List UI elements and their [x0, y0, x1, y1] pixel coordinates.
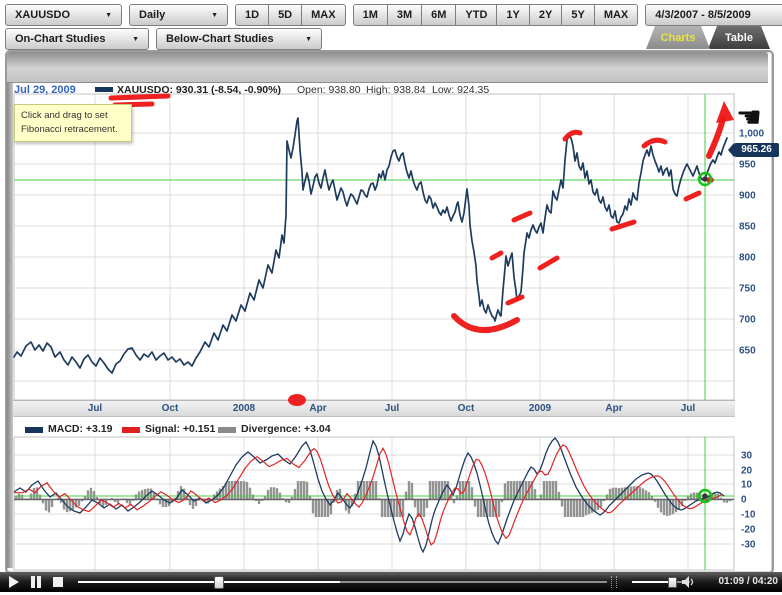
divergence-swatch [218, 427, 236, 433]
tab-charts[interactable]: Charts [646, 26, 710, 49]
play-button[interactable] [8, 576, 20, 588]
period-dropdown-value: Daily [139, 9, 165, 21]
dropdown-arrow-icon: ▼ [132, 36, 139, 43]
high-label: High: 938.84 [366, 84, 426, 96]
range-button-YTD[interactable]: YTD [455, 4, 497, 26]
dropdown-arrow-icon: ▼ [305, 36, 312, 43]
signal-swatch [122, 427, 140, 433]
top-toolbar: XAUUSDO ▼ Daily ▼ 1D5DMAX 1M3M6MYTD1Y2Y5… [5, 4, 782, 26]
symbol-dropdown[interactable]: XAUUSDO ▼ [5, 4, 122, 26]
date-range-value: 4/3/2007 - 8/5/2009 [655, 9, 750, 21]
player-separator [611, 576, 617, 588]
volume-level [632, 581, 671, 583]
app-window: XAUUSDO ▼ Daily ▼ 1D5DMAX 1M3M6MYTD1Y2Y5… [0, 0, 782, 595]
macd-swatch [25, 427, 43, 433]
open-label: Open: 938.80 [297, 84, 361, 96]
below-chart-studies-label: Below-Chart Studies [166, 33, 274, 45]
macd-plot-area[interactable] [14, 437, 734, 570]
progress-loaded [78, 581, 340, 583]
volume-handle[interactable] [668, 577, 677, 588]
on-chart-studies-dropdown[interactable]: On-Chart Studies ▼ [5, 28, 149, 50]
zoom-button-group: 1D5DMAX [235, 4, 346, 26]
pause-button[interactable] [30, 576, 42, 588]
dropdown-arrow-icon: ▼ [105, 12, 112, 19]
symbol-dropdown-value: XAUUSDO [15, 9, 70, 21]
below-chart-studies-dropdown[interactable]: Below-Chart Studies ▼ [156, 28, 322, 50]
signal-value-label: Signal: +0.151 [145, 423, 215, 435]
hand-cursor-icon: ☚ [736, 100, 762, 135]
chart-left-bevel [7, 83, 13, 568]
range-button-1M[interactable]: 1M [353, 4, 388, 26]
range-button-1Y[interactable]: 1Y [496, 4, 529, 26]
video-player-bar: 01:09 / 04:20 [0, 572, 782, 592]
date-range-dropdown[interactable]: 4/3/2007 - 8/5/2009 ▼ [645, 4, 782, 26]
zoom-button-MAX[interactable]: MAX [301, 4, 345, 26]
macd-value-label: MACD: +3.19 [48, 423, 112, 435]
symbol-price-label: XAUUSDO: 930.31 (-8.54, -0.90%) [117, 84, 281, 96]
low-label: Low: 924.35 [432, 84, 489, 96]
fibonacci-tooltip: Click and drag to set Fibonacci retracem… [14, 104, 132, 142]
on-chart-studies-label: On-Chart Studies [15, 33, 105, 45]
range-button-MAX[interactable]: MAX [594, 4, 638, 26]
studies-toolbar: On-Chart Studies ▼ Below-Chart Studies ▼ [5, 28, 322, 50]
axis-price-tag: 965.26 [734, 143, 779, 157]
chart-date-label: Jul 29, 2009 [14, 84, 76, 96]
period-dropdown[interactable]: Daily ▼ [129, 4, 228, 26]
stop-button[interactable] [52, 576, 64, 588]
price-series-swatch [95, 87, 113, 92]
x-axis-strip [13, 400, 735, 417]
range-button-3M[interactable]: 3M [387, 4, 422, 26]
volume-speaker-icon[interactable] [682, 576, 696, 588]
zoom-button-5D[interactable]: 5D [268, 4, 302, 26]
zoom-button-1D[interactable]: 1D [235, 4, 269, 26]
chart-icon-toolbar [7, 52, 768, 83]
divergence-value-label: Divergence: +3.04 [241, 423, 331, 435]
tab-charts-label: Charts [661, 32, 696, 44]
range-button-2Y[interactable]: 2Y [529, 4, 562, 26]
tab-table-label: Table [725, 32, 753, 44]
range-button-group: 1M3M6MYTD1Y2Y5YMAX [353, 4, 639, 26]
playback-time: 01:09 / 04:20 [719, 576, 779, 587]
range-button-6M[interactable]: 6M [421, 4, 456, 26]
tab-table[interactable]: Table [708, 26, 770, 49]
dropdown-arrow-icon: ▼ [211, 12, 218, 19]
progress-handle[interactable] [214, 576, 224, 589]
range-button-5Y[interactable]: 5Y [561, 4, 594, 26]
